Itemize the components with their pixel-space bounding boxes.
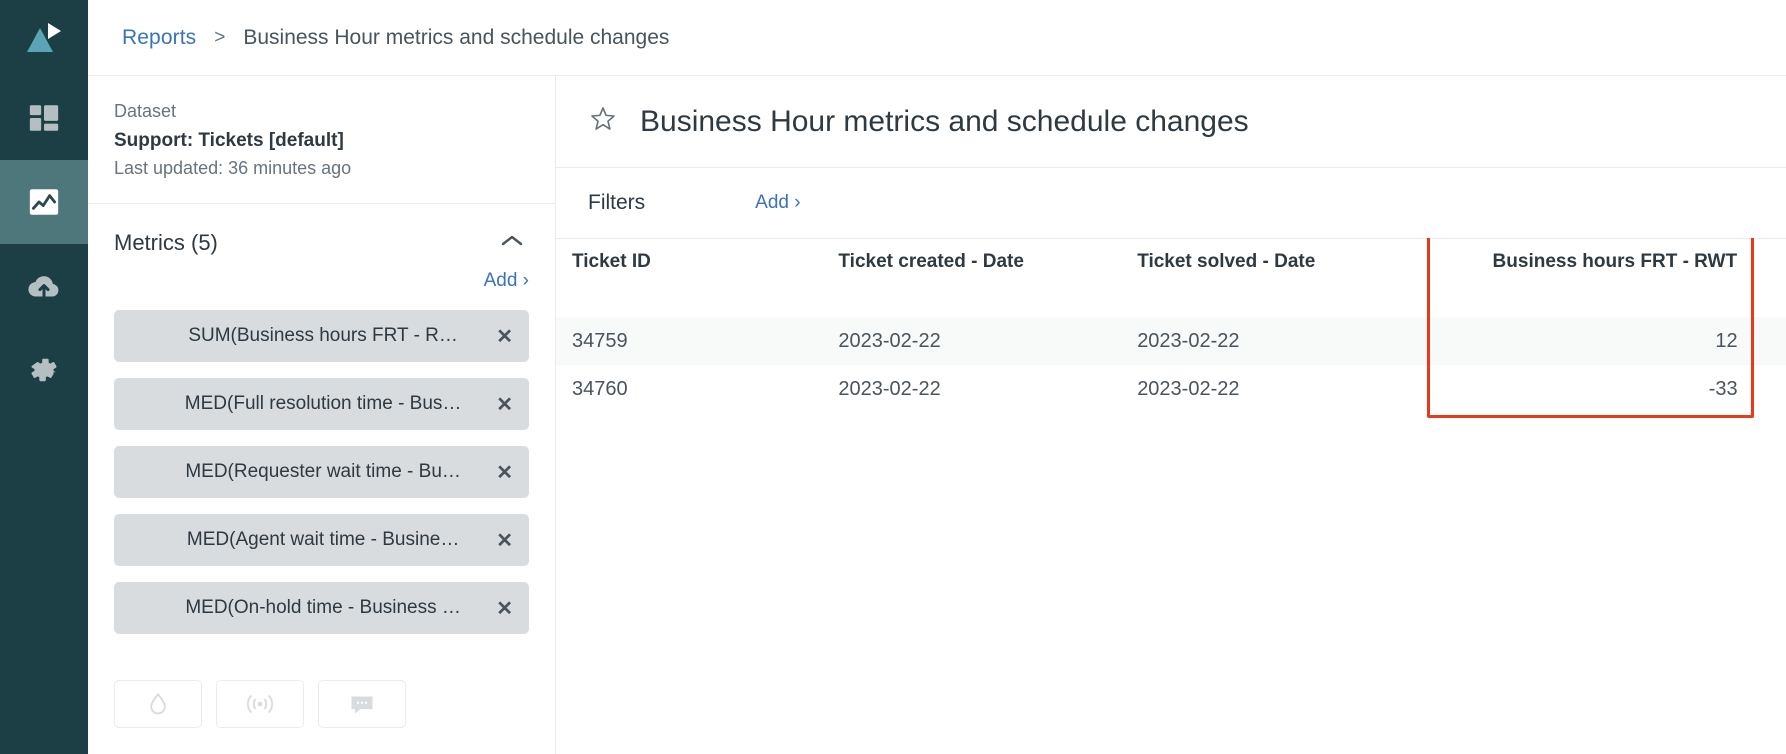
gear-icon [31, 358, 57, 382]
explore-logo-triangle-play-icon [27, 23, 61, 52]
chart-line-icon [29, 189, 59, 215]
metric-chip-label: MED(Agent wait time - Busine… [186, 529, 460, 551]
dataset-summary[interactable]: Dataset Support: Tickets [default] Last … [88, 76, 555, 205]
breadcrumb-separator: > [214, 26, 226, 48]
sidebar-item-datasets[interactable] [0, 244, 88, 328]
metric-chip-label: SUM(Business hours FRT - R… [188, 325, 458, 347]
report-content: Business Hour metrics and schedule chang… [556, 76, 1786, 754]
metric-chip-label: MED(Full resolution time - Bus… [184, 393, 462, 415]
metric-chip-label: MED(Requester wait time - Bu… [185, 461, 461, 483]
results-table: Ticket ID Ticket created - Date Ticket s… [556, 238, 1786, 413]
breadcrumb-root-link[interactable]: Reports [122, 26, 196, 50]
add-filter-link[interactable]: Add › [755, 192, 800, 214]
panel-spacer [88, 634, 555, 680]
cell-business-hours-frt-rwt: 12 [1427, 317, 1754, 365]
comments-button[interactable] [318, 680, 406, 728]
column-header-full-resolution-time-business-hours[interactable]: Full resolution time - Business hours [1753, 238, 1786, 317]
dashboard-grid-icon [29, 105, 59, 131]
star-outline-icon[interactable] [588, 104, 618, 139]
report-builder-panel: Dataset Support: Tickets [default] Last … [88, 76, 556, 754]
cell-ticket-created: 2023-02-22 [822, 365, 1122, 413]
report-title-bar: Business Hour metrics and schedule chang… [556, 76, 1786, 168]
table-row[interactable]: 34760 2023-02-22 2023-02-22 -33 0 min [556, 365, 1786, 413]
droplet-icon [150, 693, 166, 715]
cloud-upload-icon [28, 276, 59, 299]
broadcast-button[interactable] [216, 680, 304, 728]
column-header-ticket-created-date[interactable]: Ticket created - Date [822, 238, 1122, 317]
sidebar-item-dashboards[interactable] [0, 76, 88, 160]
column-header-business-hours-frt-rwt[interactable]: Business hours FRT - RWT [1426, 238, 1754, 317]
cell-ticket-solved: 2023-02-22 [1121, 317, 1428, 365]
page-title: Business Hour metrics and schedule chang… [640, 104, 1249, 138]
metrics-title: Metrics (5) [114, 230, 218, 256]
column-header-ticket-id[interactable]: Ticket ID [556, 238, 823, 317]
main-area: Reports > Business Hour metrics and sche… [88, 0, 1786, 754]
close-icon[interactable]: ✕ [496, 528, 513, 553]
cell-ticket-id: 34760 [556, 365, 823, 413]
metric-chip[interactable]: MED(Agent wait time - Busine… ✕ [114, 514, 529, 567]
metrics-section-header: Metrics (5) [88, 204, 555, 266]
metric-chip[interactable]: MED(Requester wait time - Bu… ✕ [114, 446, 529, 499]
sidebar-item-settings[interactable] [0, 328, 88, 412]
breadcrumb: Reports > Business Hour metrics and sche… [88, 0, 1786, 76]
close-icon[interactable]: ✕ [496, 324, 513, 349]
comment-icon [351, 696, 373, 714]
add-metric-link[interactable]: Add › [484, 270, 529, 292]
column-header-ticket-solved-date[interactable]: Ticket solved - Date [1121, 238, 1428, 317]
app-logo[interactable] [0, 0, 88, 76]
color-palette-button[interactable] [114, 680, 202, 728]
results-table-wrapper: Ticket ID Ticket created - Date Ticket s… [556, 238, 1786, 754]
metric-chip[interactable]: MED(Full resolution time - Bus… ✕ [114, 378, 529, 431]
dataset-last-updated: Last updated: 36 minutes ago [114, 158, 352, 179]
table-row[interactable]: 34759 2023-02-22 2023-02-22 12 53 min [556, 317, 1786, 365]
body-row: Dataset Support: Tickets [default] Last … [88, 76, 1786, 754]
filters-bar: Filters Add › [556, 168, 1786, 238]
cell-ticket-created: 2023-02-22 [822, 317, 1122, 365]
metric-chip[interactable]: SUM(Business hours FRT - R… ✕ [114, 310, 529, 363]
breadcrumb-current: Business Hour metrics and schedule chang… [243, 25, 670, 49]
dataset-label: Dataset [114, 101, 177, 121]
panel-tool-row [88, 680, 555, 754]
metrics-chip-list: SUM(Business hours FRT - R… ✕ MED(Full r… [88, 302, 555, 635]
close-icon[interactable]: ✕ [496, 392, 513, 417]
global-nav-rail [0, 0, 88, 754]
app-root: Reports > Business Hour metrics and sche… [0, 0, 1786, 754]
dataset-name: Support: Tickets [default] [114, 129, 344, 151]
cell-full-resolution-time: 53 min [1753, 317, 1786, 365]
cell-full-resolution-time: 0 min [1753, 365, 1786, 413]
metrics-add-row: Add › [88, 266, 555, 302]
signal-icon [246, 695, 274, 713]
chevron-up-icon[interactable] [499, 233, 525, 254]
cell-ticket-solved: 2023-02-22 [1121, 365, 1428, 413]
table-header-row: Ticket ID Ticket created - Date Ticket s… [556, 238, 1786, 317]
filters-label: Filters [588, 191, 646, 214]
cell-ticket-id: 34759 [556, 317, 823, 365]
sidebar-item-reports[interactable] [0, 160, 88, 244]
metric-chip[interactable]: MED(On-hold time - Business … ✕ [114, 582, 529, 635]
close-icon[interactable]: ✕ [496, 596, 513, 621]
metric-chip-label: MED(On-hold time - Business … [185, 597, 461, 619]
close-icon[interactable]: ✕ [496, 460, 513, 485]
cell-business-hours-frt-rwt: -33 [1427, 365, 1754, 413]
